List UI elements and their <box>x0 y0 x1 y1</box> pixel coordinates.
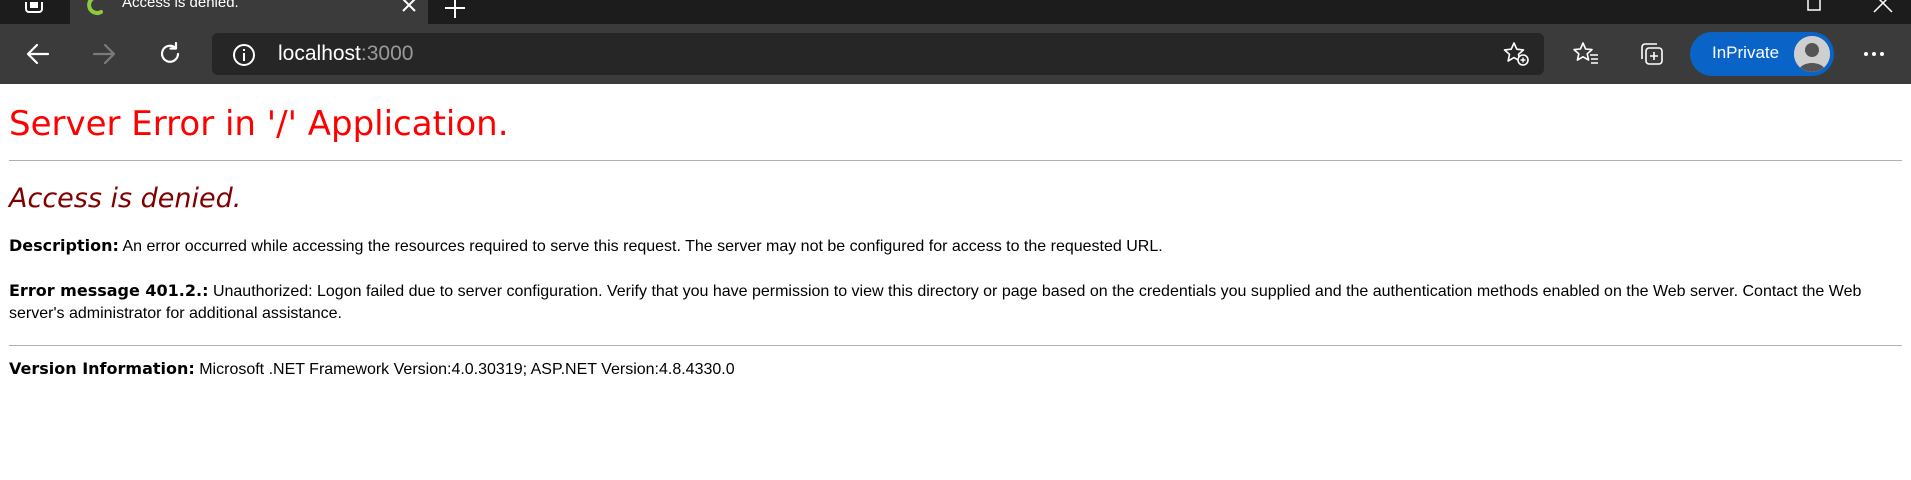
active-tab[interactable]: Access is denied. <box>70 0 428 24</box>
page-title: Server Error in '/' Application. <box>9 104 509 144</box>
description-label: Description: <box>9 236 119 255</box>
arrow-right-icon <box>92 43 116 65</box>
restore-window-icon[interactable] <box>1800 0 1830 18</box>
arrow-left-icon <box>26 43 50 65</box>
tab-favicon-icon <box>87 0 103 15</box>
tab-strip: Access is denied. <box>0 0 1911 24</box>
avatar <box>1794 36 1830 72</box>
url-port: :3000 <box>360 42 414 65</box>
error-message-paragraph: Error message 401.2.: Unauthorized: Logo… <box>9 280 1902 325</box>
refresh-button[interactable] <box>152 36 188 72</box>
collections-icon <box>1641 43 1663 65</box>
page-content: Server Error in '/' Application. Access … <box>0 84 1911 381</box>
url-host: localhost <box>278 42 361 65</box>
inprivate-button[interactable]: InPrivate <box>1690 32 1834 76</box>
profile-icon <box>1794 36 1830 72</box>
error-message-text: Unauthorized: Logon failed due to server… <box>9 283 1862 322</box>
version-paragraph: Version Information: Microsoft .NET Fram… <box>9 358 1902 381</box>
refresh-icon <box>160 41 180 63</box>
back-button[interactable] <box>20 36 56 72</box>
more-icon <box>1864 52 1884 56</box>
error-heading: Access is denied. <box>9 183 242 214</box>
address-bar[interactable]: localhost:3000 <box>212 33 1544 75</box>
tab-close-icon[interactable] <box>400 0 418 14</box>
version-label: Version Information: <box>9 359 195 378</box>
favorites-icon <box>1573 42 1598 64</box>
description-text: An error occurred while accessing the re… <box>118 238 1163 255</box>
tab-title: Access is denied. <box>122 0 239 11</box>
forward-button[interactable] <box>86 36 122 72</box>
navigation-bar: localhost:3000 InPrivate <box>0 24 1911 84</box>
description-paragraph: Description: An error occurred while acc… <box>9 235 1902 258</box>
tab-actions-icon <box>25 2 43 13</box>
version-divider <box>9 345 1902 346</box>
more-button[interactable] <box>1856 36 1892 72</box>
version-text: Microsoft .NET Framework Version:4.0.303… <box>194 361 735 378</box>
error-message-label: Error message 401.2.: <box>9 281 209 300</box>
favorites-button[interactable] <box>1568 36 1604 72</box>
new-tab-icon[interactable] <box>440 0 470 22</box>
star-add-icon[interactable] <box>1502 41 1530 67</box>
collections-button[interactable] <box>1634 36 1670 72</box>
close-window-icon[interactable] <box>1868 0 1898 18</box>
url-text[interactable]: localhost:3000 <box>278 42 413 66</box>
info-icon[interactable] <box>232 43 256 67</box>
tab-actions-button[interactable] <box>14 0 54 24</box>
inprivate-label: InPrivate <box>1712 43 1780 62</box>
